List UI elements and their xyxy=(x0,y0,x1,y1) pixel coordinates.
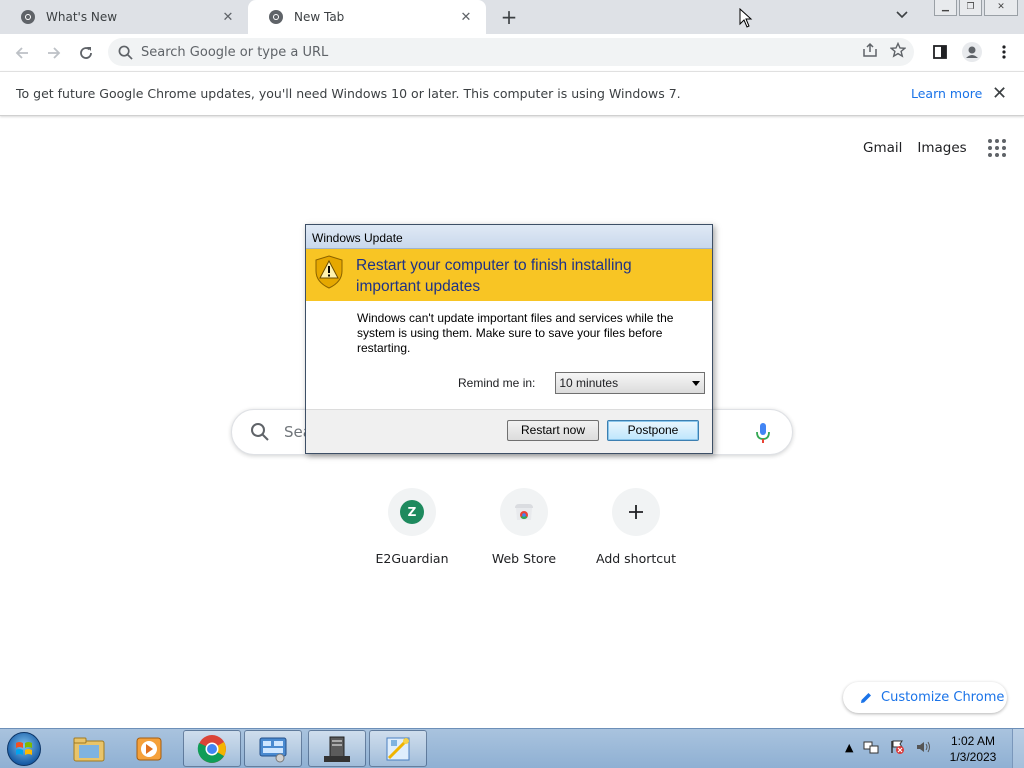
infobar-message: To get future Google Chrome updates, you… xyxy=(16,86,681,101)
network-icon[interactable] xyxy=(863,739,879,755)
reload-button[interactable] xyxy=(70,37,102,69)
back-arrow-icon xyxy=(15,46,28,59)
shortcut-tile xyxy=(500,488,548,536)
learn-more-link[interactable]: Learn more xyxy=(911,86,982,101)
control-panel-icon xyxy=(259,737,287,762)
dialog-description: Windows can't update important files and… xyxy=(357,311,674,355)
address-bar[interactable]: Search Google or type a URL xyxy=(108,38,914,66)
volume-icon[interactable] xyxy=(915,739,931,755)
system-tray: ▲ xyxy=(845,739,931,755)
folder-icon xyxy=(73,737,105,761)
taskbar-setup-wizard[interactable] xyxy=(369,730,427,767)
bookmark-star-icon[interactable] xyxy=(890,42,906,58)
profile-avatar-icon xyxy=(962,42,982,62)
media-player-icon xyxy=(136,737,162,760)
taskbar-chrome[interactable] xyxy=(183,730,241,767)
chrome-icon xyxy=(197,734,226,763)
start-button[interactable] xyxy=(7,732,41,766)
browser-toolbar: Search Google or type a URL xyxy=(0,34,1024,71)
close-infobar-icon[interactable]: ✕ xyxy=(992,83,1007,104)
close-tab-icon[interactable]: ✕ xyxy=(458,10,474,25)
e2guardian-icon: Z xyxy=(400,500,424,524)
close-tab-icon[interactable]: ✕ xyxy=(220,10,236,25)
dialog-title[interactable]: Windows Update xyxy=(306,225,712,249)
minimize-icon[interactable]: ▁ xyxy=(934,0,957,16)
shortcut-tile: Z xyxy=(388,488,436,536)
shortcut-add[interactable]: Add shortcut xyxy=(580,488,692,566)
dialog-body: Windows can't update important files and… xyxy=(306,301,712,410)
windows-update-dialog: Windows Update Restart your computer to … xyxy=(305,224,713,454)
dialog-banner: Restart your computer to finish installi… xyxy=(306,249,712,301)
clock-time: 1:02 AM xyxy=(950,734,996,748)
windows-logo-icon xyxy=(16,742,32,755)
windows-taskbar: ▲ 1:02 AM 1/3/2023 xyxy=(0,728,1024,768)
tab-title: What's New xyxy=(46,10,118,24)
shortcut-e2guardian[interactable]: Z E2Guardian xyxy=(356,488,468,566)
taskbar-clock[interactable]: 1:02 AM 1/3/2023 xyxy=(940,733,1006,765)
shortcut-label: E2Guardian xyxy=(375,551,449,566)
customize-chrome-button[interactable]: Customize Chrome xyxy=(843,682,1007,713)
update-infobar: To get future Google Chrome updates, you… xyxy=(0,71,1024,116)
side-panel-icon xyxy=(933,45,947,59)
taskbar-server-manager[interactable] xyxy=(308,730,366,767)
voice-search-icon[interactable] xyxy=(756,422,770,444)
forward-arrow-icon xyxy=(48,46,61,59)
kebab-menu-icon xyxy=(1002,45,1006,59)
shortcut-label: Add shortcut xyxy=(596,551,676,566)
dropdown-arrow-icon xyxy=(692,380,701,386)
shortcut-tile xyxy=(612,488,660,536)
shortcuts-row: Z E2Guardian Web Store Add shortcut xyxy=(356,488,692,566)
ntp-header-links: Gmail Images xyxy=(863,139,1006,157)
new-tab-button[interactable]: + xyxy=(498,6,520,28)
remind-label: Remind me in: xyxy=(458,376,536,390)
back-button[interactable] xyxy=(6,37,38,69)
shortcut-web-store[interactable]: Web Store xyxy=(468,488,580,566)
action-center-icon[interactable] xyxy=(889,739,905,755)
show-desktop-button[interactable] xyxy=(1012,729,1024,768)
web-store-icon xyxy=(515,504,533,520)
clock-date: 1/3/2023 xyxy=(949,750,997,764)
side-panel-button[interactable] xyxy=(924,36,956,68)
shortcut-label: Web Store xyxy=(491,551,557,566)
remind-selected-value: 10 minutes xyxy=(559,376,619,390)
show-hidden-icons-icon[interactable]: ▲ xyxy=(845,741,853,754)
shield-warning-icon xyxy=(315,255,343,289)
tab-new-tab[interactable]: New Tab ✕ xyxy=(248,0,486,34)
remind-interval-select[interactable]: 10 minutes xyxy=(555,372,706,394)
taskbar-control-panel[interactable] xyxy=(244,730,302,767)
plus-icon xyxy=(629,505,643,519)
mouse-cursor-icon xyxy=(739,8,753,28)
taskbar-media-player[interactable] xyxy=(120,730,178,767)
close-window-icon[interactable]: ✕ xyxy=(984,0,1018,16)
google-apps-icon[interactable] xyxy=(987,139,1006,157)
restart-now-button[interactable]: Restart now xyxy=(507,420,599,441)
tab-title: New Tab xyxy=(294,10,345,24)
reload-icon xyxy=(80,46,92,59)
profile-button[interactable] xyxy=(956,36,988,68)
setup-wizard-icon xyxy=(386,737,410,760)
forward-button[interactable] xyxy=(38,37,70,69)
customize-label: Customize Chrome xyxy=(881,690,1005,705)
remind-row: Remind me in: 10 minutes xyxy=(458,372,706,394)
window-controls: ▁ ❐ ✕ xyxy=(934,0,1018,16)
restore-icon[interactable]: ❐ xyxy=(959,0,982,16)
dialog-heading: Restart your computer to finish installi… xyxy=(356,257,632,295)
chrome-icon xyxy=(21,10,35,24)
pencil-icon xyxy=(861,692,871,703)
search-icon xyxy=(251,423,269,441)
search-icon xyxy=(118,45,133,60)
tab-strip: What's New ✕ New Tab ✕ + ▁ ❐ ✕ xyxy=(0,0,1024,34)
tab-whats-new[interactable]: What's New ✕ xyxy=(0,0,248,34)
chrome-icon xyxy=(269,10,283,24)
taskbar-explorer[interactable] xyxy=(60,730,118,767)
tab-search-chevron-icon[interactable] xyxy=(896,8,908,22)
share-icon[interactable] xyxy=(862,42,878,58)
server-icon xyxy=(324,736,350,762)
chrome-menu-button[interactable] xyxy=(988,36,1020,68)
address-bar-placeholder: Search Google or type a URL xyxy=(141,44,329,60)
postpone-button[interactable]: Postpone xyxy=(607,420,699,441)
dialog-footer: Restart now Postpone xyxy=(306,410,712,452)
gmail-link[interactable]: Gmail xyxy=(863,140,902,156)
images-link[interactable]: Images xyxy=(917,140,966,156)
